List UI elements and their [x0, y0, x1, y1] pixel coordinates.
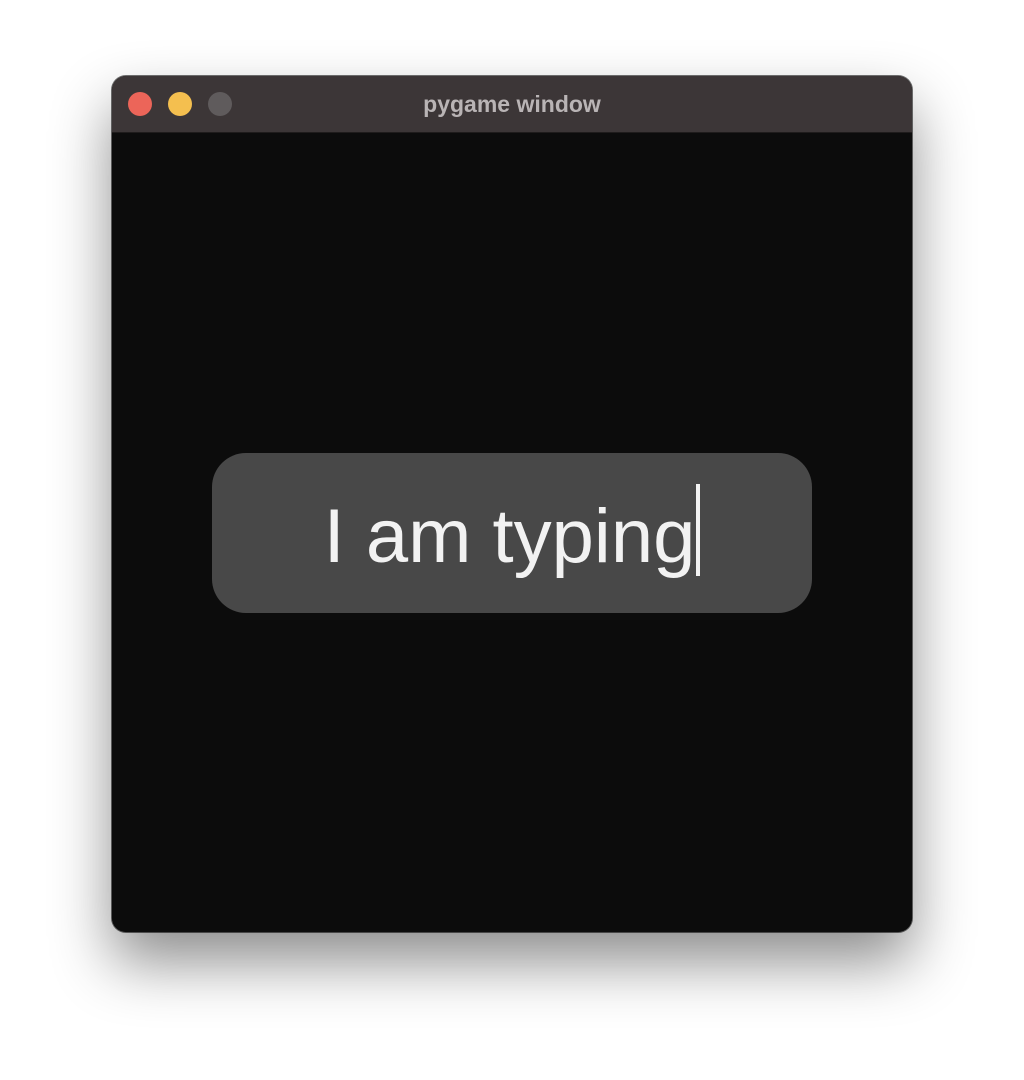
title-bar[interactable]: pygame window — [112, 76, 912, 133]
typed-text-value: I am typing — [323, 493, 696, 579]
text-input-box[interactable]: I am typing — [212, 453, 812, 613]
pygame-window: pygame window I am typing — [112, 76, 912, 932]
text-caret — [696, 483, 701, 576]
window-title: pygame window — [423, 91, 601, 117]
typed-text: I am typing — [323, 483, 701, 583]
game-canvas[interactable]: I am typing — [112, 133, 912, 932]
